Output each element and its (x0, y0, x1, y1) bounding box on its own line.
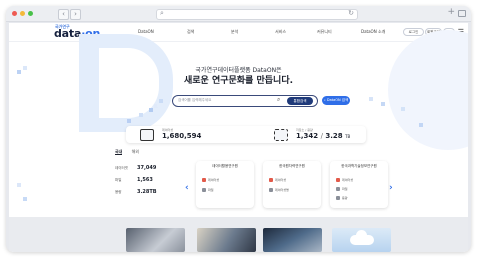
region-tabs: 국내 해외 (115, 149, 147, 155)
web-page: 국가연구 data·on DataON 검색 분석 서비스 커뮤니티 DataO… (9, 23, 468, 252)
new-tab-icon[interactable]: + (447, 7, 455, 17)
browser-toolbar: ‹ › ⌕ ↻ + (6, 6, 471, 22)
featured-thumbnail[interactable] (263, 228, 322, 252)
decorative-square (149, 108, 153, 112)
decorative-square (127, 119, 131, 123)
hero-title: 새로운 연구문화를 만듭니다. (183, 76, 294, 86)
card-row: 데이터셋명 (269, 188, 289, 192)
summary-row: 용량 3.28TB (115, 189, 157, 195)
datasets-value: 1,680,594 (162, 132, 202, 140)
featured-thumbnail[interactable] (126, 228, 185, 252)
storage-icon (336, 196, 340, 200)
summary-row: 파일 1,563 (115, 177, 153, 183)
card-title: 한국과학기술정보연구원 (341, 164, 377, 168)
search-icon[interactable]: ⌕ (277, 96, 280, 104)
carousel-prev-icon[interactable]: ‹ (185, 183, 189, 193)
search-placeholder: 검색어를 입력해주세요 (178, 98, 212, 102)
institution-card[interactable]: 데이터활용연구원 데이터셋 파일 (196, 161, 254, 208)
badge-icon (269, 178, 273, 182)
badge-icon (336, 178, 340, 182)
carousel-next-icon[interactable]: › (389, 183, 393, 193)
file-icon (269, 188, 273, 192)
featured-thumbnail[interactable] (197, 228, 256, 252)
window-icon[interactable] (458, 10, 466, 17)
card-row: 파일 (336, 187, 348, 191)
menu-analysis[interactable]: 분석 (231, 29, 238, 35)
tab-overseas[interactable]: 해외 (132, 149, 139, 154)
site-header: 국가연구 data·on DataON 검색 분석 서비스 커뮤니티 DataO… (9, 23, 468, 42)
tab-domestic[interactable]: 국내 (115, 149, 123, 155)
decorative-square (401, 107, 405, 111)
decorative-square (23, 197, 27, 201)
minimize-window-dot[interactable] (20, 11, 25, 16)
close-window-dot[interactable] (12, 11, 17, 16)
institution-card[interactable]: 한국원자력연구원 데이터셋 데이터셋명 (263, 161, 321, 208)
menu-dataon[interactable]: DataON (138, 29, 154, 34)
summary-row: 데이터셋 37,049 (115, 165, 157, 171)
decorative-square (419, 123, 423, 127)
menu-about[interactable]: DataON 소개 (361, 29, 385, 35)
file-icon (202, 188, 206, 192)
featured-thumbnail[interactable] (332, 228, 391, 252)
storage-icon (274, 129, 288, 141)
institution-card[interactable]: 한국과학기술정보연구원 데이터셋 파일 용량 (330, 161, 388, 208)
address-bar[interactable]: ⌕ ↻ (156, 9, 358, 20)
card-title: 한국원자력연구원 (279, 164, 305, 168)
maximize-window-dot[interactable] (28, 11, 33, 16)
card-title: 데이터활용연구원 (212, 164, 238, 168)
card-row: 데이터셋 (202, 178, 219, 182)
card-row: 용량 (336, 196, 348, 200)
decorative-square (17, 183, 21, 187)
reload-icon[interactable]: ↻ (348, 9, 354, 17)
decorative-square (369, 97, 373, 101)
dataon-search-button[interactable]: ⌕ DataON 검색 (322, 96, 350, 105)
search-input[interactable]: 검색어를 입력해주세요 ⌕ 통합검색 (172, 95, 318, 107)
card-row: 데이터셋 (269, 178, 286, 182)
login-button[interactable]: 로그인 (403, 28, 424, 36)
dataset-icon (140, 129, 154, 141)
menu-service[interactable]: 서비스 (275, 29, 286, 35)
file-icon (336, 187, 340, 191)
menu-community[interactable]: 커뮤니티 (317, 29, 332, 35)
integrated-search-button[interactable]: 통합검색 (287, 97, 313, 105)
browser-window: ‹ › ⌕ ↻ + 국가연구 data·on DataON 검색 분석 서비스 … (6, 6, 471, 252)
menu-search[interactable]: 검색 (187, 29, 194, 35)
storage-value: 1,342 / 3.28 TB (296, 132, 351, 140)
hero-section: 국가연구데이터플랫폼 DataON은 새로운 연구문화를 만듭니다. 검색어를 … (9, 30, 468, 150)
cloud-icon (350, 230, 374, 245)
card-row: 데이터셋 (336, 178, 353, 182)
back-icon[interactable]: ‹ (58, 9, 69, 20)
decorative-square (381, 102, 385, 106)
card-row: 파일 (202, 188, 214, 192)
decorative-square (139, 113, 143, 117)
forward-icon[interactable]: › (70, 9, 81, 20)
badge-icon (202, 178, 206, 182)
search-icon: ⌕ (160, 9, 164, 17)
decorative-arc (388, 30, 468, 150)
decorative-square (157, 103, 161, 107)
stats-bar: 데이터셋 1,680,594 저장소 / 용량 1,342 / 3.28 TB (126, 126, 366, 143)
